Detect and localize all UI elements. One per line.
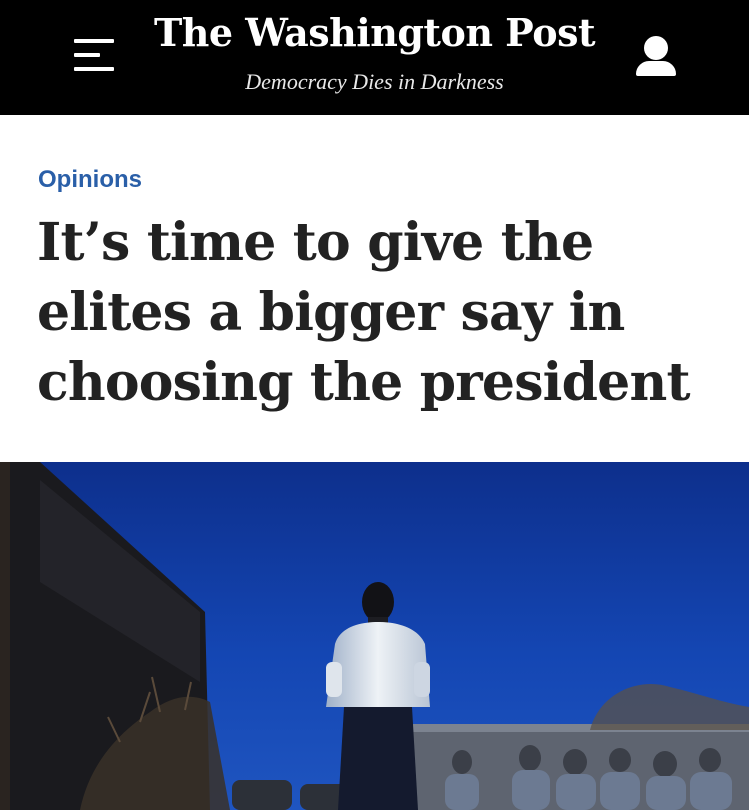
user-account-icon[interactable] <box>628 30 684 82</box>
top-navigation-bar: The Washington Post Democracy Dies in Da… <box>0 0 749 115</box>
hero-photo <box>0 462 749 810</box>
user-icon-shoulders <box>636 61 676 76</box>
section-label-opinions[interactable]: Opinions <box>38 165 142 195</box>
article-headline: It’s time to give the elites a bigger sa… <box>37 212 690 413</box>
user-icon-head <box>644 36 668 60</box>
hero-photo-illustration <box>0 462 749 810</box>
